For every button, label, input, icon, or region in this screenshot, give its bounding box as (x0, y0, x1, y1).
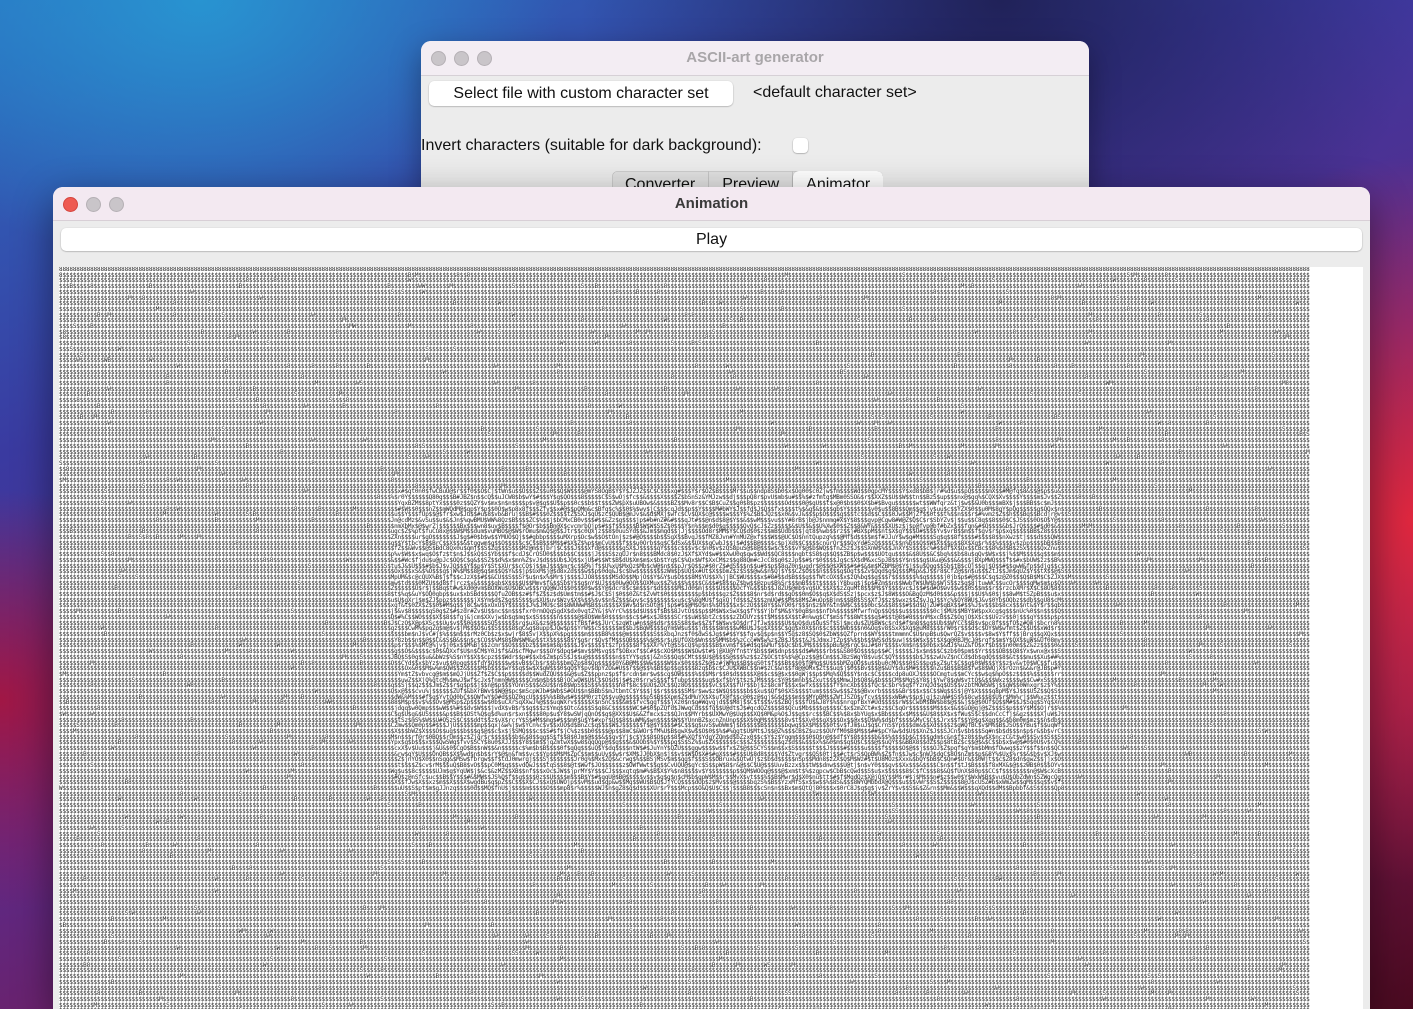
main-window-titlebar[interactable]: ASCII-art generator (421, 41, 1089, 76)
select-character-set-button[interactable]: Select file with custom character set (429, 81, 733, 106)
animation-window-titlebar[interactable]: Animation (53, 187, 1370, 221)
ascii-art-frame: 8888888888888888888888888888888888888888… (59, 267, 1310, 1009)
main-window-title: ASCII-art generator (686, 49, 824, 66)
character-set-label: <default character set> (753, 84, 917, 101)
invert-characters-label: Invert characters (suitable for dark bac… (421, 137, 762, 154)
play-button[interactable]: Play (61, 228, 1362, 251)
invert-characters-checkbox[interactable] (793, 138, 808, 153)
main-window: ASCII-art generator Select file with cus… (421, 41, 1089, 201)
animation-window: Animation Play 8888888888888888888888888… (53, 187, 1370, 1009)
animation-window-title: Animation (674, 195, 749, 212)
ascii-animation-area: 8888888888888888888888888888888888888888… (59, 267, 1363, 1009)
